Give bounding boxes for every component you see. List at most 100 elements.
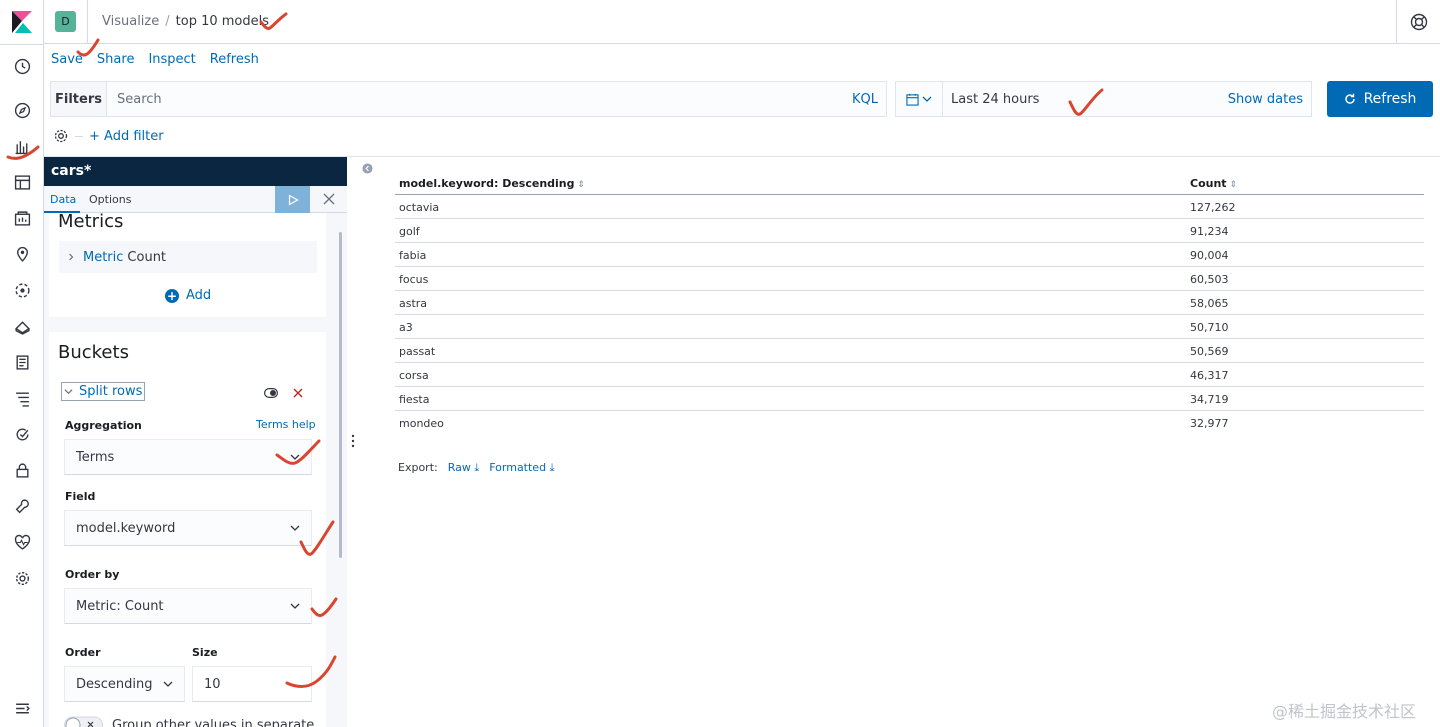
logs-icon[interactable] bbox=[12, 352, 32, 372]
ml-icon[interactable] bbox=[12, 280, 32, 300]
cell-model[interactable]: golf bbox=[399, 225, 420, 238]
tab-options[interactable]: Options bbox=[89, 193, 131, 206]
download-icon: ⤓ bbox=[549, 461, 555, 474]
order-by-label: Order by bbox=[65, 568, 120, 581]
refresh-link[interactable]: Refresh bbox=[210, 52, 259, 67]
dashboard-icon[interactable] bbox=[12, 172, 32, 192]
order-select[interactable]: Descending bbox=[64, 666, 185, 702]
export-raw-link[interactable]: Raw ⤓ bbox=[448, 461, 480, 475]
terms-help-link[interactable]: Terms help bbox=[256, 418, 316, 431]
cell-model[interactable]: mondeo bbox=[399, 417, 444, 430]
add-filter-button[interactable]: + Add filter bbox=[89, 129, 164, 144]
cell-model[interactable]: passat bbox=[399, 345, 435, 358]
column-header-count-label: Count bbox=[1190, 177, 1227, 190]
cell-count: 46,317 bbox=[1190, 369, 1229, 382]
refresh-button[interactable]: Refresh bbox=[1327, 81, 1433, 117]
export-formatted-link[interactable]: Formatted ⤓ bbox=[489, 461, 554, 475]
editor-scrollbar[interactable] bbox=[339, 232, 342, 558]
query-input-box: Filters Search KQL bbox=[50, 81, 887, 117]
discover-compass-icon[interactable] bbox=[12, 100, 32, 120]
maps-icon[interactable] bbox=[12, 244, 32, 264]
kibana-visualize-page: D Visualize / top 10 models Save Share I… bbox=[0, 0, 1440, 727]
filter-options-gear-icon[interactable] bbox=[53, 128, 69, 144]
column-header-count[interactable]: Count ⇕ bbox=[1190, 177, 1237, 190]
canvas-icon[interactable] bbox=[12, 208, 32, 228]
watermark: @稀土掘金技术社区 bbox=[1272, 702, 1417, 721]
cell-model[interactable]: octavia bbox=[399, 201, 439, 214]
group-other-switch-icon bbox=[64, 716, 103, 727]
annotation-check-mark bbox=[275, 439, 321, 465]
metric-count-row[interactable]: Metric Count bbox=[59, 241, 317, 273]
sort-icon: ⇕ bbox=[577, 180, 586, 190]
cell-count: 58,065 bbox=[1190, 297, 1229, 310]
cell-count: 90,004 bbox=[1190, 249, 1229, 262]
field-value: model.keyword bbox=[76, 520, 176, 536]
infrastructure-icon[interactable] bbox=[12, 316, 32, 336]
chevron-down-icon bbox=[290, 603, 300, 609]
recent-clock-icon[interactable] bbox=[12, 56, 32, 76]
export-label: Export: bbox=[398, 461, 438, 474]
order-label: Order bbox=[65, 646, 101, 659]
space-avatar[interactable]: D bbox=[55, 11, 76, 32]
apply-changes-button[interactable] bbox=[275, 186, 310, 213]
cell-count: 50,569 bbox=[1190, 345, 1229, 358]
apm-icon[interactable] bbox=[12, 388, 32, 408]
remove-agg-icon[interactable] bbox=[292, 387, 304, 399]
chevron-down-icon bbox=[922, 96, 932, 102]
order-by-select[interactable]: Metric: Count bbox=[64, 588, 312, 624]
breadcrumb-separator: / bbox=[165, 14, 170, 29]
refresh-icon bbox=[1344, 93, 1355, 104]
siem-lock-icon[interactable] bbox=[12, 460, 32, 480]
header-right-divider bbox=[1396, 0, 1397, 44]
kql-toggle[interactable]: KQL bbox=[852, 92, 886, 107]
tab-data[interactable]: Data bbox=[50, 193, 76, 206]
cell-model[interactable]: focus bbox=[399, 273, 428, 286]
field-select[interactable]: model.keyword bbox=[64, 510, 312, 546]
add-metric-button[interactable]: + Add bbox=[165, 288, 211, 303]
table-row: passat 50,569 bbox=[395, 339, 1424, 363]
cell-model[interactable]: astra bbox=[399, 297, 427, 310]
dev-tools-wrench-icon[interactable] bbox=[12, 496, 32, 516]
metric-value: Count bbox=[127, 249, 167, 265]
breadcrumb-visualize[interactable]: Visualize bbox=[102, 14, 159, 29]
field-label: Field bbox=[65, 490, 96, 503]
quick-date-menu-button[interactable] bbox=[896, 82, 943, 116]
order-value: Descending bbox=[76, 676, 153, 692]
cell-model[interactable]: fiesta bbox=[399, 393, 429, 406]
group-other-switch-row[interactable]: Group other values in separate bbox=[64, 716, 314, 727]
cell-count: 127,262 bbox=[1190, 201, 1236, 214]
metrics-title: Metrics bbox=[58, 213, 124, 232]
collapse-sidebar-icon[interactable] bbox=[362, 163, 373, 174]
management-gear-icon[interactable] bbox=[12, 568, 32, 588]
discard-close-icon[interactable] bbox=[322, 192, 336, 206]
show-dates-link[interactable]: Show dates bbox=[1228, 92, 1311, 107]
monitoring-heart-icon[interactable] bbox=[12, 532, 32, 552]
collapse-nav-icon[interactable] bbox=[12, 698, 32, 718]
annotation-check-mark bbox=[310, 597, 338, 617]
toggle-agg-icon[interactable] bbox=[264, 388, 278, 398]
chevron-down-icon bbox=[163, 681, 173, 687]
cell-model[interactable]: fabia bbox=[399, 249, 426, 262]
cell-model[interactable]: a3 bbox=[399, 321, 413, 334]
aggregation-label: Aggregation bbox=[65, 419, 142, 432]
breadcrumb: Visualize / top 10 models bbox=[102, 14, 269, 29]
help-lifebuoy-icon[interactable] bbox=[1410, 13, 1428, 31]
cell-model[interactable]: corsa bbox=[399, 369, 429, 382]
size-value: 10 bbox=[204, 676, 221, 692]
sort-icon: ⇕ bbox=[1229, 180, 1238, 190]
table-row: golf 91,234 bbox=[395, 219, 1424, 243]
uptime-icon[interactable] bbox=[12, 424, 32, 444]
cell-count: 50,710 bbox=[1190, 321, 1229, 334]
share-link[interactable]: Share bbox=[97, 52, 135, 67]
download-icon: ⤓ bbox=[474, 461, 480, 474]
resize-handle-icon[interactable] bbox=[351, 434, 355, 448]
kibana-logo-icon[interactable] bbox=[12, 11, 32, 33]
play-icon bbox=[288, 193, 299, 206]
column-header-model[interactable]: model.keyword: Descending ⇕ bbox=[399, 177, 585, 190]
filters-label[interactable]: Filters bbox=[51, 82, 107, 116]
table-row: a3 50,710 bbox=[395, 315, 1424, 339]
group-other-label: Group other values in separate bbox=[112, 717, 315, 727]
inspect-link[interactable]: Inspect bbox=[148, 52, 195, 67]
split-rows-toggle[interactable]: Split rows bbox=[61, 382, 146, 401]
search-input[interactable]: Search bbox=[107, 92, 852, 107]
